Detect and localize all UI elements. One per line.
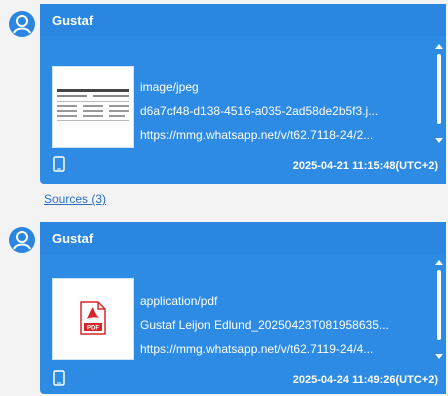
sources-link[interactable]: Sources (3): [44, 192, 106, 206]
image-thumbnail[interactable]: [52, 66, 134, 148]
file-name: Gustaf Leijon Edlund_20250423T081958635.…: [140, 318, 389, 332]
scrollbar[interactable]: [434, 260, 444, 360]
phone-icon: [52, 370, 66, 386]
chat-page: Gustaf image/jpeg d6a7cf48-d138-4516-a03…: [0, 0, 448, 396]
avatar-icon[interactable]: [8, 226, 36, 254]
sender-name: Gustaf: [52, 231, 94, 246]
phone-icon: [52, 156, 66, 172]
file-url[interactable]: https://mmg.whatsapp.net/v/t62.7119-24/4…: [140, 342, 426, 356]
message-bubble-1: Gustaf image/jpeg d6a7cf48-d138-4516-a03…: [40, 4, 446, 184]
message-timestamp: 2025-04-24 11:49:26(UTC+2): [292, 374, 438, 386]
avatar-icon[interactable]: [8, 10, 36, 38]
pdf-thumbnail[interactable]: PDF: [52, 278, 134, 360]
mime-type: application/pdf: [140, 294, 218, 308]
file-name: d6a7cf48-d138-4516-a035-2ad58de2b5f3.j..…: [140, 104, 379, 118]
pdf-icon: PDF: [80, 301, 106, 335]
scrollbar[interactable]: [434, 44, 444, 144]
pdf-label: PDF: [87, 326, 99, 332]
sender-name: Gustaf: [52, 13, 94, 28]
message-bubble-2: Gustaf PDF application/pdf Gustaf Leijon…: [40, 222, 446, 394]
message-header: Gustaf: [40, 222, 446, 254]
file-url[interactable]: https://mmg.whatsapp.net/v/t62.7118-24/2…: [140, 128, 426, 142]
mime-type: image/jpeg: [140, 80, 199, 94]
message-timestamp: 2025-04-21 11:15:48(UTC+2): [292, 160, 438, 172]
message-header: Gustaf: [40, 4, 446, 36]
